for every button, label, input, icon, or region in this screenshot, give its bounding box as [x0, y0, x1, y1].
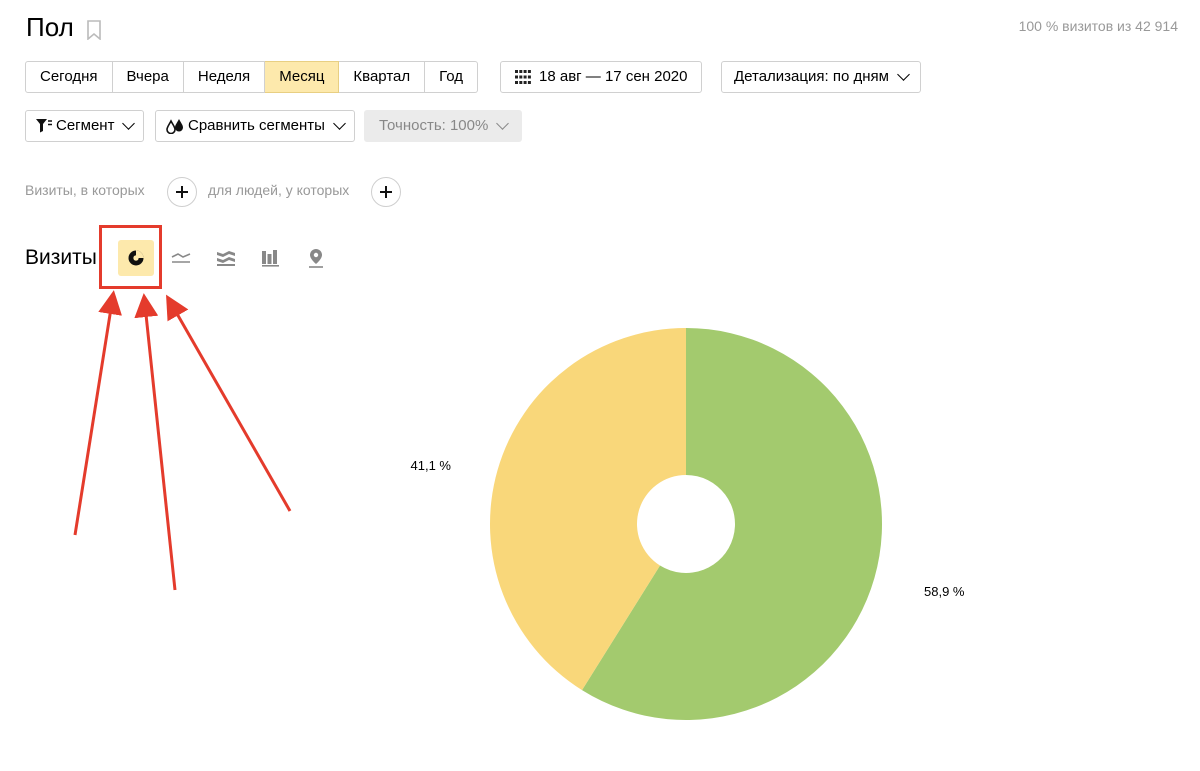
red-arrow — [73, 290, 292, 591]
donut-chart: 58,9 % 41,1 % — [411, 328, 965, 720]
pie-data-label-0: 58,9 % — [924, 584, 965, 599]
pie-data-label-1: 41,1 % — [411, 458, 452, 473]
